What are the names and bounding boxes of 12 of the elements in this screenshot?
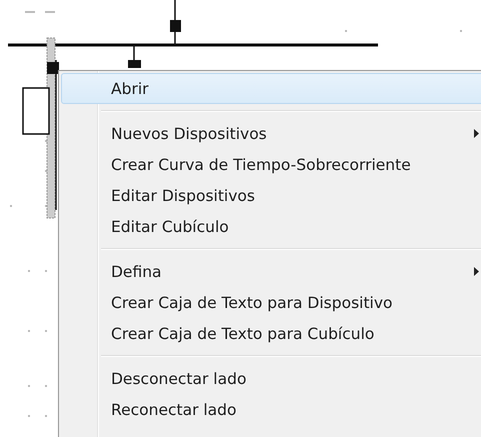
menu-item[interactable]: Desconectar lado bbox=[61, 363, 481, 394]
menu-item[interactable]: Editar Cubículo bbox=[61, 211, 481, 242]
submenu-arrow-icon bbox=[474, 129, 479, 138]
menu-item[interactable]: Crear Caja de Texto para Cubículo bbox=[61, 318, 481, 349]
menu-item[interactable]: Crear Curva de Tiempo-Sobrecorriente bbox=[61, 149, 481, 180]
menu-item[interactable]: Abrir bbox=[61, 73, 481, 104]
menu-item[interactable]: Nuevos Dispositivos bbox=[61, 118, 481, 149]
menu-item[interactable]: Crear Caja de Texto para Dispositivo bbox=[61, 287, 481, 318]
menu-item[interactable]: Editar Dispositivos bbox=[61, 180, 481, 211]
menu-item[interactable]: Reconectar lado bbox=[61, 394, 481, 425]
menu-item[interactable]: Defina bbox=[61, 256, 481, 287]
submenu-arrow-icon bbox=[474, 267, 479, 276]
